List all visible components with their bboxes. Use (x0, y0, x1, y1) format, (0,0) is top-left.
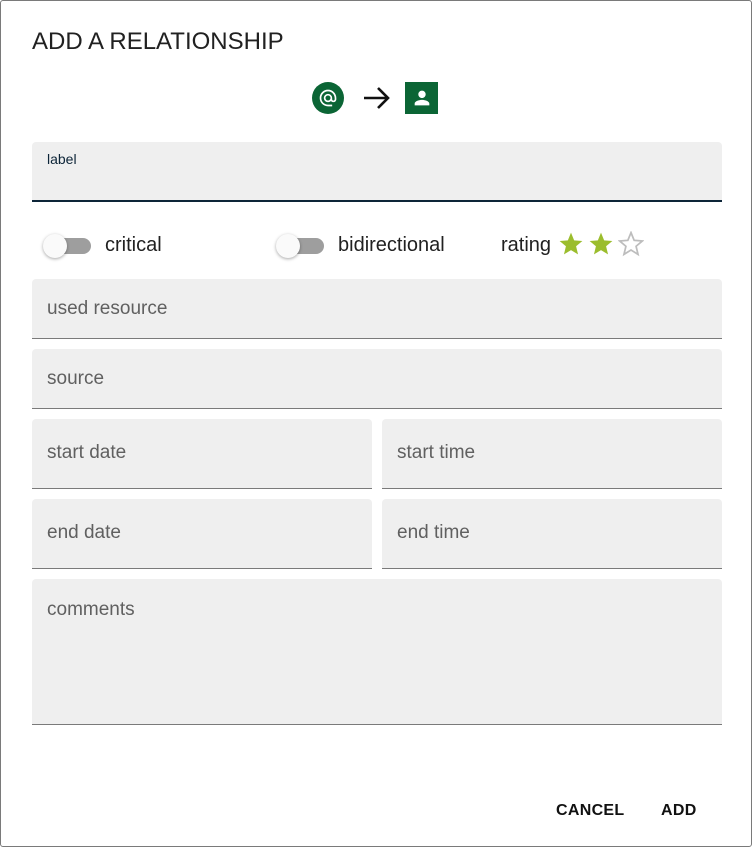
bidirectional-toggle-thumb[interactable] (276, 234, 300, 258)
options-row: critical bidirectional rating (1, 229, 752, 263)
bidirectional-toggle[interactable] (276, 234, 324, 258)
star-empty-icon[interactable] (617, 230, 645, 257)
relationship-direction (1, 81, 752, 115)
critical-label: critical (105, 234, 162, 256)
source-field[interactable]: source (32, 349, 722, 409)
add-relationship-dialog: ADD A RELATIONSHIP label critical bidire… (0, 0, 752, 847)
cancel-button[interactable]: CANCEL (556, 802, 624, 820)
start-date-placeholder: start date (47, 442, 127, 463)
star-filled-icon[interactable] (558, 231, 584, 257)
start-time-placeholder: start time (397, 442, 476, 463)
person-icon (405, 82, 438, 114)
used-resource-field[interactable]: used resource (32, 279, 722, 339)
used-resource-placeholder: used resource (47, 298, 168, 319)
bidirectional-label: bidirectional (338, 234, 445, 256)
rating-label: rating (501, 234, 552, 256)
start-date-field[interactable]: start date (32, 419, 372, 489)
end-date-placeholder: end date (47, 522, 121, 543)
end-time-placeholder: end time (397, 522, 470, 543)
dialog-title: ADD A RELATIONSHIP (32, 28, 284, 55)
arrow-right-icon (362, 84, 392, 117)
end-date-field[interactable]: end date (32, 499, 372, 569)
label-field[interactable]: label (32, 142, 722, 202)
comments-placeholder: comments (47, 599, 135, 620)
start-time-field[interactable]: start time (382, 419, 722, 489)
star-filled-icon[interactable] (588, 231, 614, 257)
critical-toggle[interactable] (43, 234, 91, 258)
comments-field[interactable]: comments (32, 579, 722, 725)
label-field-label: label (47, 151, 77, 167)
source-placeholder: source (47, 368, 105, 389)
end-time-field[interactable]: end time (382, 499, 722, 569)
critical-toggle-thumb[interactable] (43, 234, 67, 258)
rating-stars (558, 230, 645, 257)
add-button[interactable]: ADD (661, 802, 697, 820)
at-sign-icon (312, 82, 344, 114)
